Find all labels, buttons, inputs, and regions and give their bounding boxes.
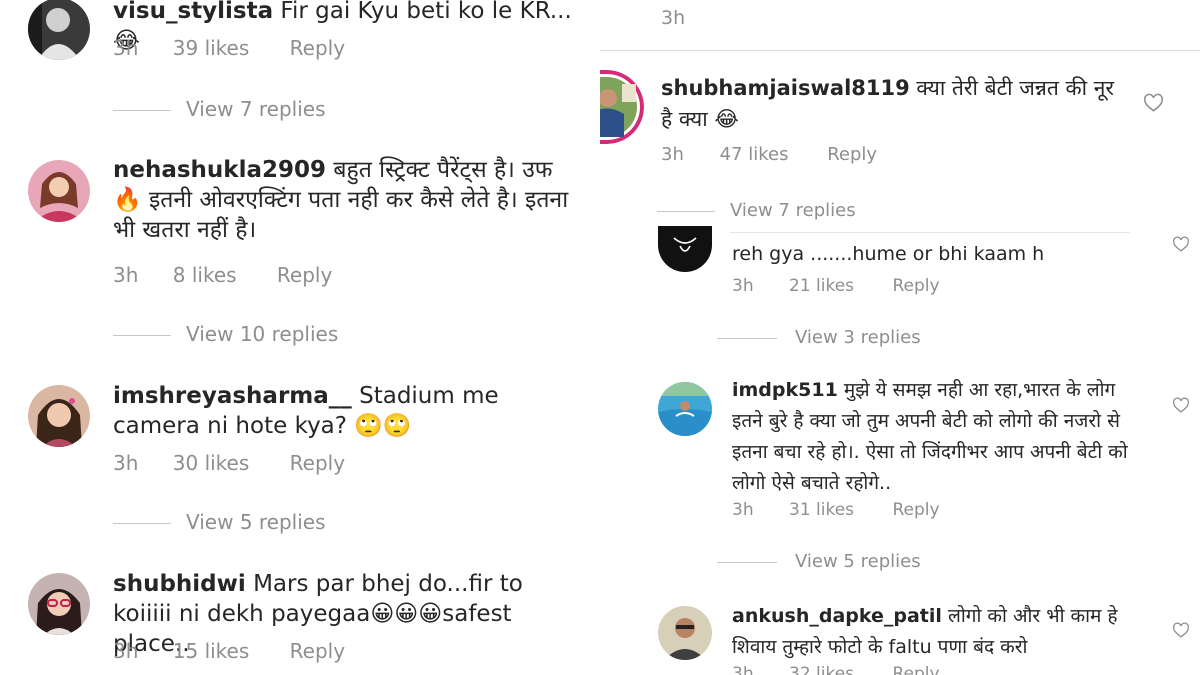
comment-time: 3h <box>732 500 754 520</box>
replies-divider <box>113 110 171 111</box>
comment-meta: 3h 47 likes Reply <box>661 144 877 165</box>
view-replies-button[interactable]: View 5 replies <box>113 510 326 534</box>
likes-count[interactable]: 39 likes <box>173 36 250 60</box>
heart-outline-icon[interactable] <box>1172 397 1190 413</box>
likes-count[interactable]: 32 likes <box>789 664 854 675</box>
avatar-hidden-user[interactable] <box>658 226 712 272</box>
view-replies-label: View 7 replies <box>730 200 856 221</box>
username[interactable]: shubhidwi <box>113 571 246 597</box>
view-replies-button[interactable]: View 10 replies <box>113 322 338 346</box>
comment-text: reh gya .......hume or bhi kaam h <box>732 240 1200 268</box>
avatar-shubhamjaiswal8119[interactable] <box>600 70 644 144</box>
comment-meta: 3h 30 likes Reply <box>113 451 345 475</box>
comment-meta: 3h 8 likes Reply <box>113 263 332 287</box>
comment-time: 3h <box>113 263 139 287</box>
comment-time: 3h <box>113 36 139 60</box>
username[interactable]: imshreyasharma__ <box>113 383 352 409</box>
heart-outline-icon[interactable] <box>1172 236 1190 252</box>
avatar-imdpk511[interactable] <box>658 382 712 436</box>
section-divider <box>600 50 1200 51</box>
reply-button[interactable]: Reply <box>290 36 345 60</box>
likes-count[interactable]: 15 likes <box>173 639 250 663</box>
comment-time: 3h <box>113 451 139 475</box>
view-replies-button[interactable]: View 7 replies <box>657 200 856 221</box>
comment-meta: 3h 21 likes Reply <box>732 276 940 296</box>
view-replies-label: View 7 replies <box>186 97 326 121</box>
reply-button[interactable]: Reply <box>290 451 345 475</box>
previous-comment-time: 3h <box>661 7 685 29</box>
reply-button[interactable]: Reply <box>892 276 939 296</box>
likes-count[interactable]: 47 likes <box>720 144 789 165</box>
comment-time: 3h <box>661 144 684 165</box>
comment-text: imdpk511 मुझे ये समझ नही आ रहा,भारत के ल… <box>732 375 1142 499</box>
comment-text: ankush_dapke_patil लोगो को और भी काम हे … <box>732 601 1142 663</box>
view-replies-button[interactable]: View 3 replies <box>717 327 921 348</box>
view-replies-label: View 5 replies <box>795 551 921 572</box>
view-replies-label: View 10 replies <box>186 322 339 346</box>
view-replies-button[interactable]: View 7 replies <box>113 97 326 121</box>
replies-divider <box>113 523 171 524</box>
overlap-edge <box>730 232 1130 233</box>
reply-button[interactable]: Reply <box>892 664 939 675</box>
likes-count[interactable]: 21 likes <box>789 276 854 296</box>
avatar-imshreyasharma[interactable] <box>28 385 90 447</box>
comment-time: 3h <box>661 7 686 29</box>
comment-text: nehashukla2909 बहुत स्ट्रिक्ट पैरेंट्स ह… <box>113 155 588 245</box>
replies-divider <box>717 561 777 563</box>
likes-count[interactable]: 31 likes <box>789 500 854 520</box>
reply-button[interactable]: Reply <box>892 500 939 520</box>
username[interactable]: ankush_dapke_patil <box>732 605 942 627</box>
likes-count[interactable]: 30 likes <box>173 451 250 475</box>
username[interactable]: imdpk511 <box>732 379 838 401</box>
comment-time: 3h <box>732 276 754 296</box>
comment-body: reh gya .......hume or bhi kaam h <box>732 243 1045 265</box>
likes-count[interactable]: 8 likes <box>173 263 237 287</box>
comments-panel-right: 3h shubhamjaiswal8119 क्या तेरी बेटी जन्… <box>600 0 1200 675</box>
reply-button[interactable]: Reply <box>277 263 332 287</box>
avatar-visu-stylista[interactable] <box>28 0 90 60</box>
reply-button[interactable]: Reply <box>290 639 345 663</box>
username[interactable]: visu_stylista <box>113 0 273 24</box>
comment-meta: 3h 32 likes Reply <box>732 664 940 675</box>
comment-time: 3h <box>113 639 139 663</box>
avatar-nehashukla2909[interactable] <box>28 160 90 222</box>
view-replies-button[interactable]: View 5 replies <box>717 551 921 572</box>
replies-divider <box>657 210 715 212</box>
comment-text: shubhamjaiswal8119 क्या तेरी बेटी जन्नत … <box>661 73 1131 135</box>
username[interactable]: shubhamjaiswal8119 <box>661 76 910 100</box>
reply-button[interactable]: Reply <box>827 144 877 165</box>
comment-meta: 3h 15 likes Reply <box>113 639 345 663</box>
comment-meta: 3h 39 likes Reply <box>113 36 345 60</box>
comment-meta: 3h 31 likes Reply <box>732 500 940 520</box>
comment-time: 3h <box>732 664 754 675</box>
view-replies-label: View 3 replies <box>795 327 921 348</box>
comments-panel-left: visu_stylista Fir gai Kyu beti ko le KR.… <box>0 0 600 675</box>
replies-divider <box>113 335 171 336</box>
comment-body: Fir gai Kyu beti ko le KR... <box>280 0 572 24</box>
heart-outline-icon[interactable] <box>1143 93 1164 112</box>
heart-outline-icon[interactable] <box>1172 622 1190 638</box>
username[interactable]: nehashukla2909 <box>113 157 326 183</box>
avatar-shubhidwi[interactable] <box>28 573 90 635</box>
comment-text: imshreyasharma__ Stadium me camera ni ho… <box>113 381 588 441</box>
replies-divider <box>717 337 777 339</box>
view-replies-label: View 5 replies <box>186 510 326 534</box>
avatar-ankush-dapke-patil[interactable] <box>658 606 712 660</box>
